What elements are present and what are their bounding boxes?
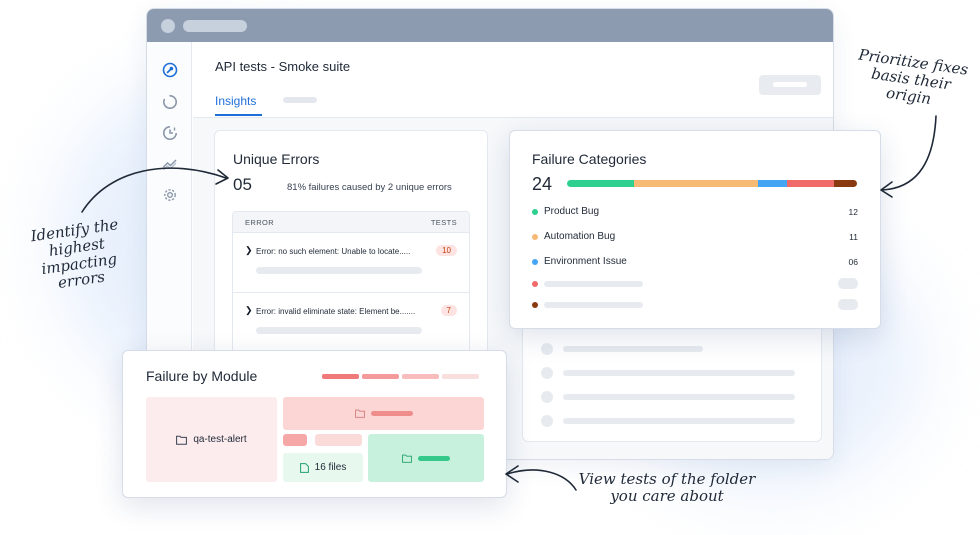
annotation-arrows <box>81 115 937 491</box>
annotation-view-tests: View tests of the folder you care about <box>578 470 756 505</box>
